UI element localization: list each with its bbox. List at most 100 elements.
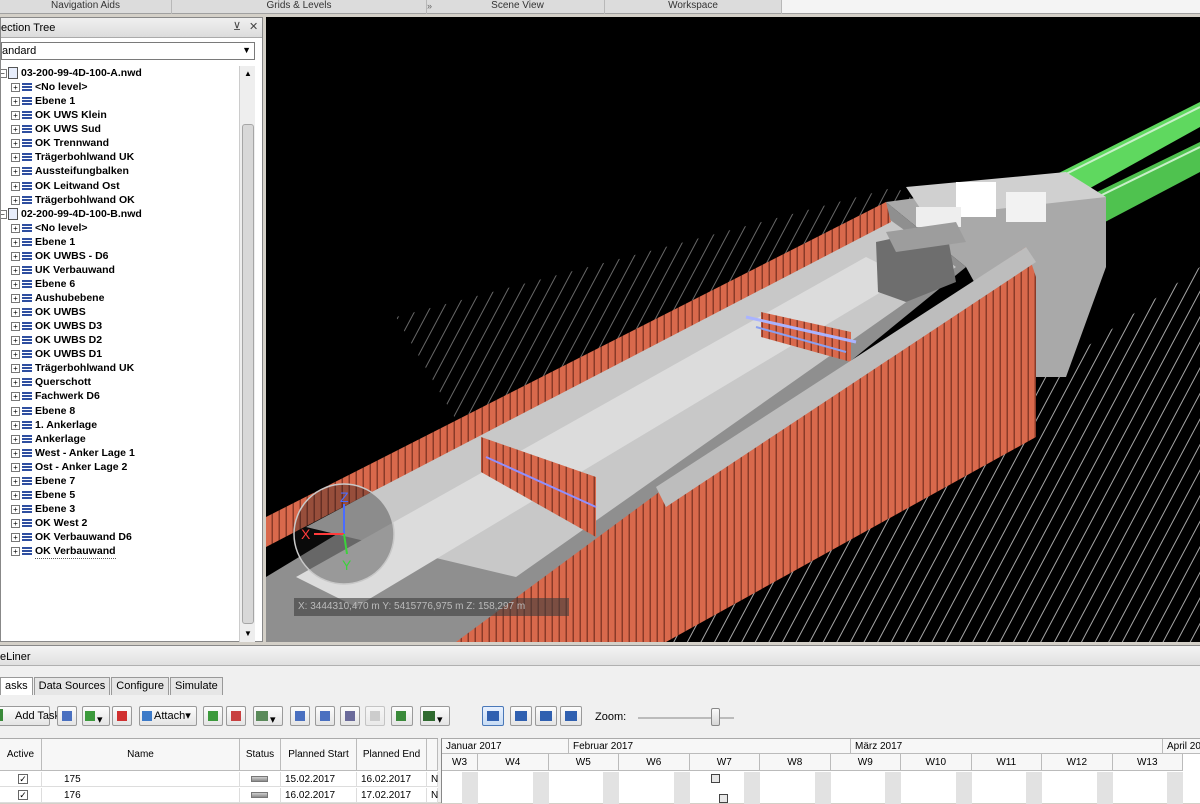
model-render[interactable] xyxy=(266,17,1200,642)
expand-icon[interactable]: + xyxy=(11,420,20,430)
task-active-checkbox[interactable]: ✓ xyxy=(18,774,28,784)
expand-icon[interactable]: + xyxy=(11,294,20,303)
expand-icon[interactable]: + xyxy=(11,336,20,346)
tree-item-layer[interactable]: + <No level> xyxy=(1,80,239,94)
expand-icon[interactable]: + xyxy=(11,167,20,177)
tab-tasks[interactable]: asks xyxy=(0,677,33,695)
tab-configure[interactable]: Configure xyxy=(111,677,169,695)
tree-item-layer[interactable]: + OK UWS Sud xyxy=(1,122,239,136)
tree-mode-dropdown[interactable]: andard ▼ xyxy=(1,42,255,60)
tab-simulate[interactable]: Simulate xyxy=(169,677,223,695)
expand-icon[interactable]: + xyxy=(11,308,20,318)
expand-icon[interactable]: + xyxy=(11,111,20,121)
zoom-slider-thumb[interactable] xyxy=(711,708,720,726)
task-planned-end-cell[interactable]: 16.02.2017 xyxy=(357,772,427,787)
expand-icon[interactable]: + xyxy=(11,547,20,557)
expand-icon[interactable]: + xyxy=(11,223,20,233)
expand-icon[interactable]: + xyxy=(11,434,20,444)
show-grid-only-icon[interactable] xyxy=(510,706,532,726)
expand-icon[interactable]: + xyxy=(11,153,20,163)
pin-icon[interactable]: ⊻ xyxy=(233,20,241,33)
task-planned-start-cell[interactable]: 16.02.2017 xyxy=(281,788,357,803)
expand-icon[interactable]: + xyxy=(11,504,20,514)
filter-icon[interactable]: ▾ xyxy=(253,706,283,726)
tree-item-layer[interactable]: + OK UWS Klein xyxy=(1,108,239,122)
expand-icon[interactable]: + xyxy=(11,350,20,360)
expand-icon[interactable]: + xyxy=(11,83,20,93)
tree-scrollbar[interactable]: ▲ ▼ xyxy=(239,66,255,642)
scene-view-3d[interactable]: Z X Y X: 3444310,470 m Y: 5415776,975 m … xyxy=(266,17,1200,642)
hide-chart-icon[interactable] xyxy=(560,706,582,726)
tree-item-layer[interactable]: + Ebene 7 xyxy=(1,474,239,488)
task-status-cell[interactable] xyxy=(240,772,281,787)
expand-icon[interactable]: + xyxy=(11,279,20,289)
expand-icon[interactable]: + xyxy=(11,476,20,486)
tree-item-layer[interactable]: + Trägerbohlwand UK xyxy=(1,150,239,164)
tree-item-layer[interactable]: + Aushubebene xyxy=(1,291,239,305)
tree-item-layer[interactable]: + OK UWBS xyxy=(1,305,239,319)
import-icon[interactable] xyxy=(290,706,310,726)
columns-icon[interactable]: ▾ xyxy=(420,706,450,726)
scroll-down-icon[interactable]: ▼ xyxy=(240,626,256,642)
ribbon-tab-scene-view[interactable]: Scene View xyxy=(431,0,605,14)
tree-item-layer[interactable]: + Ost - Anker Lage 2 xyxy=(1,460,239,474)
tree-item-layer[interactable]: + Aussteifungbalken xyxy=(1,164,239,178)
column-header[interactable]: Name xyxy=(42,739,240,771)
task-active-cell[interactable]: ✓ xyxy=(0,772,42,787)
tree-item-layer[interactable]: + Ebene 1 xyxy=(1,235,239,249)
column-header-overflow[interactable] xyxy=(427,739,438,771)
tree-item-layer[interactable]: + OK Verbauwand D6 xyxy=(1,530,239,544)
expand-icon[interactable]: + xyxy=(11,364,20,374)
ribbon-tab-navigation-aids[interactable]: Navigation Aids xyxy=(0,0,172,14)
task-name-cell[interactable]: 176 xyxy=(42,788,240,803)
export-schedule-icon[interactable] xyxy=(365,706,385,726)
tree-item-layer[interactable]: + OK UWBS D3 xyxy=(1,319,239,333)
tree-item-layer[interactable]: + Fachwerk D6 xyxy=(1,389,239,403)
tree-item-layer[interactable]: + Ebene 6 xyxy=(1,277,239,291)
clear-attachment-icon[interactable] xyxy=(226,706,246,726)
task-bar-marker[interactable] xyxy=(711,774,720,783)
expand-icon[interactable]: + xyxy=(11,462,20,472)
expand-icon[interactable]: + xyxy=(11,448,20,458)
expand-icon[interactable]: + xyxy=(11,265,20,275)
gantt-row[interactable] xyxy=(442,772,1200,788)
tree-item-layer[interactable]: + OK UWBS - D6 xyxy=(1,249,239,263)
show-grid-and-chart-icon[interactable] xyxy=(482,706,504,726)
tree-item-layer[interactable]: + Querschott xyxy=(1,375,239,389)
tree-item-layer[interactable]: + West - Anker Lage 1 xyxy=(1,446,239,460)
task-name-cell[interactable]: 175 xyxy=(42,772,240,787)
expand-icon[interactable]: + xyxy=(11,519,20,528)
expand-icon[interactable]: + xyxy=(11,237,20,247)
attach-rules-icon[interactable] xyxy=(203,706,223,726)
expand-icon[interactable]: + xyxy=(11,97,20,107)
task-active-cell[interactable]: ✓ xyxy=(0,788,42,803)
expand-icon[interactable]: + xyxy=(11,125,20,135)
export-csv-icon[interactable] xyxy=(340,706,360,726)
close-icon[interactable]: ✕ xyxy=(249,20,258,33)
export-icon[interactable] xyxy=(315,706,335,726)
expand-icon[interactable]: + xyxy=(11,195,20,205)
tree-item-layer[interactable]: + UK Verbauwand xyxy=(1,263,239,277)
expand-icon[interactable]: + xyxy=(11,181,20,191)
tree-item-layer[interactable]: + OK Verbauwand xyxy=(1,544,239,560)
expand-icon[interactable]: + xyxy=(11,406,20,416)
expand-icon[interactable]: + xyxy=(11,378,20,388)
column-header[interactable]: Planned End xyxy=(357,739,427,771)
task-active-checkbox[interactable]: ✓ xyxy=(18,790,28,800)
expand-icon[interactable]: + xyxy=(11,322,20,332)
tree-item-file[interactable]: − 02-200-99-4D-100-B.nwd xyxy=(1,207,239,221)
expand-icon[interactable]: + xyxy=(11,251,20,261)
tree-item-layer[interactable]: +1. Ankerlage xyxy=(1,418,239,432)
tab-data-sources[interactable]: Data Sources xyxy=(33,677,111,695)
tree-item-layer[interactable]: + Ebene 5 xyxy=(1,488,239,502)
tree-item-layer[interactable]: + Ankerlage xyxy=(1,432,239,446)
tree-item-layer[interactable]: + Trägerbohlwand OK xyxy=(1,193,239,207)
show-chart-only-icon[interactable] xyxy=(535,706,557,726)
attach-button[interactable]: Attach▾ xyxy=(139,706,197,726)
tree-item-layer[interactable]: + OK UWBS D2 xyxy=(1,333,239,347)
task-status-cell[interactable] xyxy=(240,788,281,803)
column-header[interactable]: Status xyxy=(240,739,281,771)
auto-add-tasks-icon[interactable] xyxy=(57,706,77,726)
delete-task-icon[interactable] xyxy=(112,706,132,726)
task-overflow-cell[interactable]: N xyxy=(427,772,438,787)
